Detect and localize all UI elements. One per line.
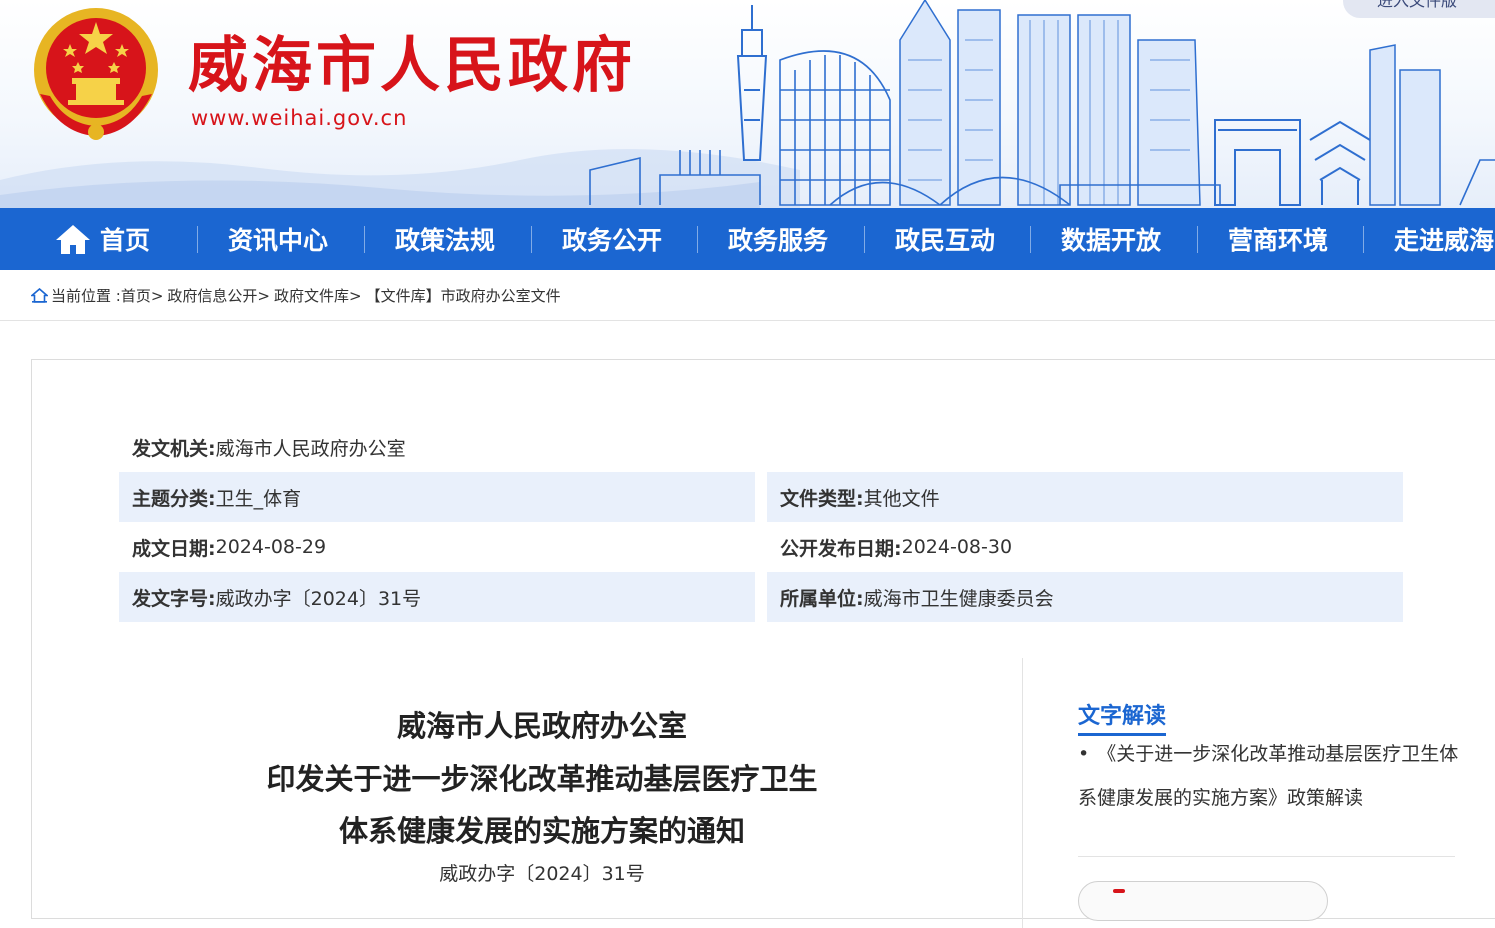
meta-date-value: 2024-08-29 [215,536,327,558]
side-divider [1078,856,1455,857]
meta-topic-label: 主题分类: [132,487,216,510]
home-icon [56,225,90,254]
nav-item-label: 首页 [100,226,151,255]
meta-publish-label: 公开发布日期: [780,537,902,560]
nav-separator [1197,226,1198,253]
document-title-line-3: 体系健康发展的实施方案的通知 [338,814,745,848]
meta-publish-date: 公开发布日期: 2024-08-30 [767,522,1403,572]
meta-doc-number: 发文字号: 威政办字〔2024〕31号 [119,572,755,622]
breadcrumb-divider [0,320,1495,321]
meta-type-value: 其他文件 [863,487,940,510]
home-location-icon [31,287,48,303]
bullet-icon: • [1078,743,1090,765]
meta-publish-value: 2024-08-30 [901,536,1013,558]
meta-issuer-label: 发文机关: [132,437,216,460]
document-title-line-1: 威海市人民政府办公室 [396,709,687,743]
meta-number-value: 威政办字〔2024〕31号 [215,587,422,610]
meta-date: 成文日期: 2024-08-29 [119,522,755,572]
nav-item-business[interactable]: 营商环境 [1228,208,1328,270]
national-emblem-icon [34,8,158,140]
meta-number-label: 发文字号: [132,587,216,610]
nav-item-about-weihai[interactable]: 走进威海 [1394,208,1494,270]
breadcrumb-home[interactable]: 首页> [121,285,164,306]
main-nav: 首页 资讯中心 政策法规 政务公开 政务服务 政民互动 数据开放 营商环境 走进… [0,208,1495,270]
meta-unit: 所属单位: 威海市卫生健康委员会 [767,572,1403,622]
document-number: 威政办字〔2024〕31号 [439,863,645,885]
nav-separator [364,226,365,253]
meta-issuer: 发文机关: 威海市人民政府办公室 [119,422,755,472]
nav-item-news[interactable]: 资讯中心 [228,208,328,270]
nav-separator [697,226,698,253]
nav-item-open-data[interactable]: 数据开放 [1061,208,1161,270]
version-switch-link[interactable]: 进入文件版 [1343,0,1495,18]
nav-item-services[interactable]: 政务服务 [728,208,828,270]
meta-unit-value: 威海市卫生健康委员会 [863,587,1054,610]
site-title: 威海市人民政府 [188,31,636,101]
meta-topic-value: 卫生_体育 [215,487,302,510]
meta-unit-label: 所属单位: [780,587,864,610]
breadcrumb-file-library[interactable]: 政府文件库> [274,285,362,306]
meta-date-label: 成文日期: [132,537,216,560]
breadcrumb: 当前位置 : 首页> 政府信息公开> 政府文件库> 【文件库】市政府办公室文件 [31,282,561,308]
meta-topic: 主题分类: 卫生_体育 [119,472,755,522]
column-divider [1022,658,1023,928]
site-url: www.weihai.gov.cn [191,106,408,130]
meta-type-label: 文件类型: [780,487,864,510]
breadcrumb-gov-info[interactable]: 政府信息公开> [167,285,270,306]
document-panel: 发文机关: 威海市人民政府办公室 主题分类: 卫生_体育 文件类型: 其他文件 … [31,359,1495,928]
nav-item-home[interactable]: 首页 [54,208,150,270]
interpretation-link-text[interactable]: 《关于进一步深化改革推动基层医疗卫生体系健康发展的实施方案》政策解读 [1078,743,1458,809]
breadcrumb-prefix: 当前位置 : [51,286,121,305]
interpretation-link[interactable]: • 《关于进一步深化改革推动基层医疗卫生体系健康发展的实施方案》政策解读 [1078,732,1468,820]
side-action-button[interactable] [1078,881,1328,921]
breadcrumb-current[interactable]: 【文件库】市政府办公室文件 [366,285,561,306]
nav-separator [1030,226,1031,253]
nav-separator [531,226,532,253]
document-title-line-2: 印发关于进一步深化改革推动基层医疗卫生 [266,762,818,796]
nav-item-openness[interactable]: 政务公开 [562,208,662,270]
meta-issuer-value: 威海市人民政府办公室 [215,437,406,460]
meta-type: 文件类型: 其他文件 [767,472,1403,522]
nav-separator [864,226,865,253]
nav-item-policy[interactable]: 政策法规 [395,208,495,270]
nav-separator [197,226,198,253]
nav-separator [1363,226,1364,253]
site-banner: 威海市人民政府 www.weihai.gov.cn 进入文件版 [0,0,1495,208]
nav-item-interaction[interactable]: 政民互动 [895,208,995,270]
red-mark-icon [1113,889,1125,893]
interpretation-heading: 文字解读 [1078,698,1167,736]
